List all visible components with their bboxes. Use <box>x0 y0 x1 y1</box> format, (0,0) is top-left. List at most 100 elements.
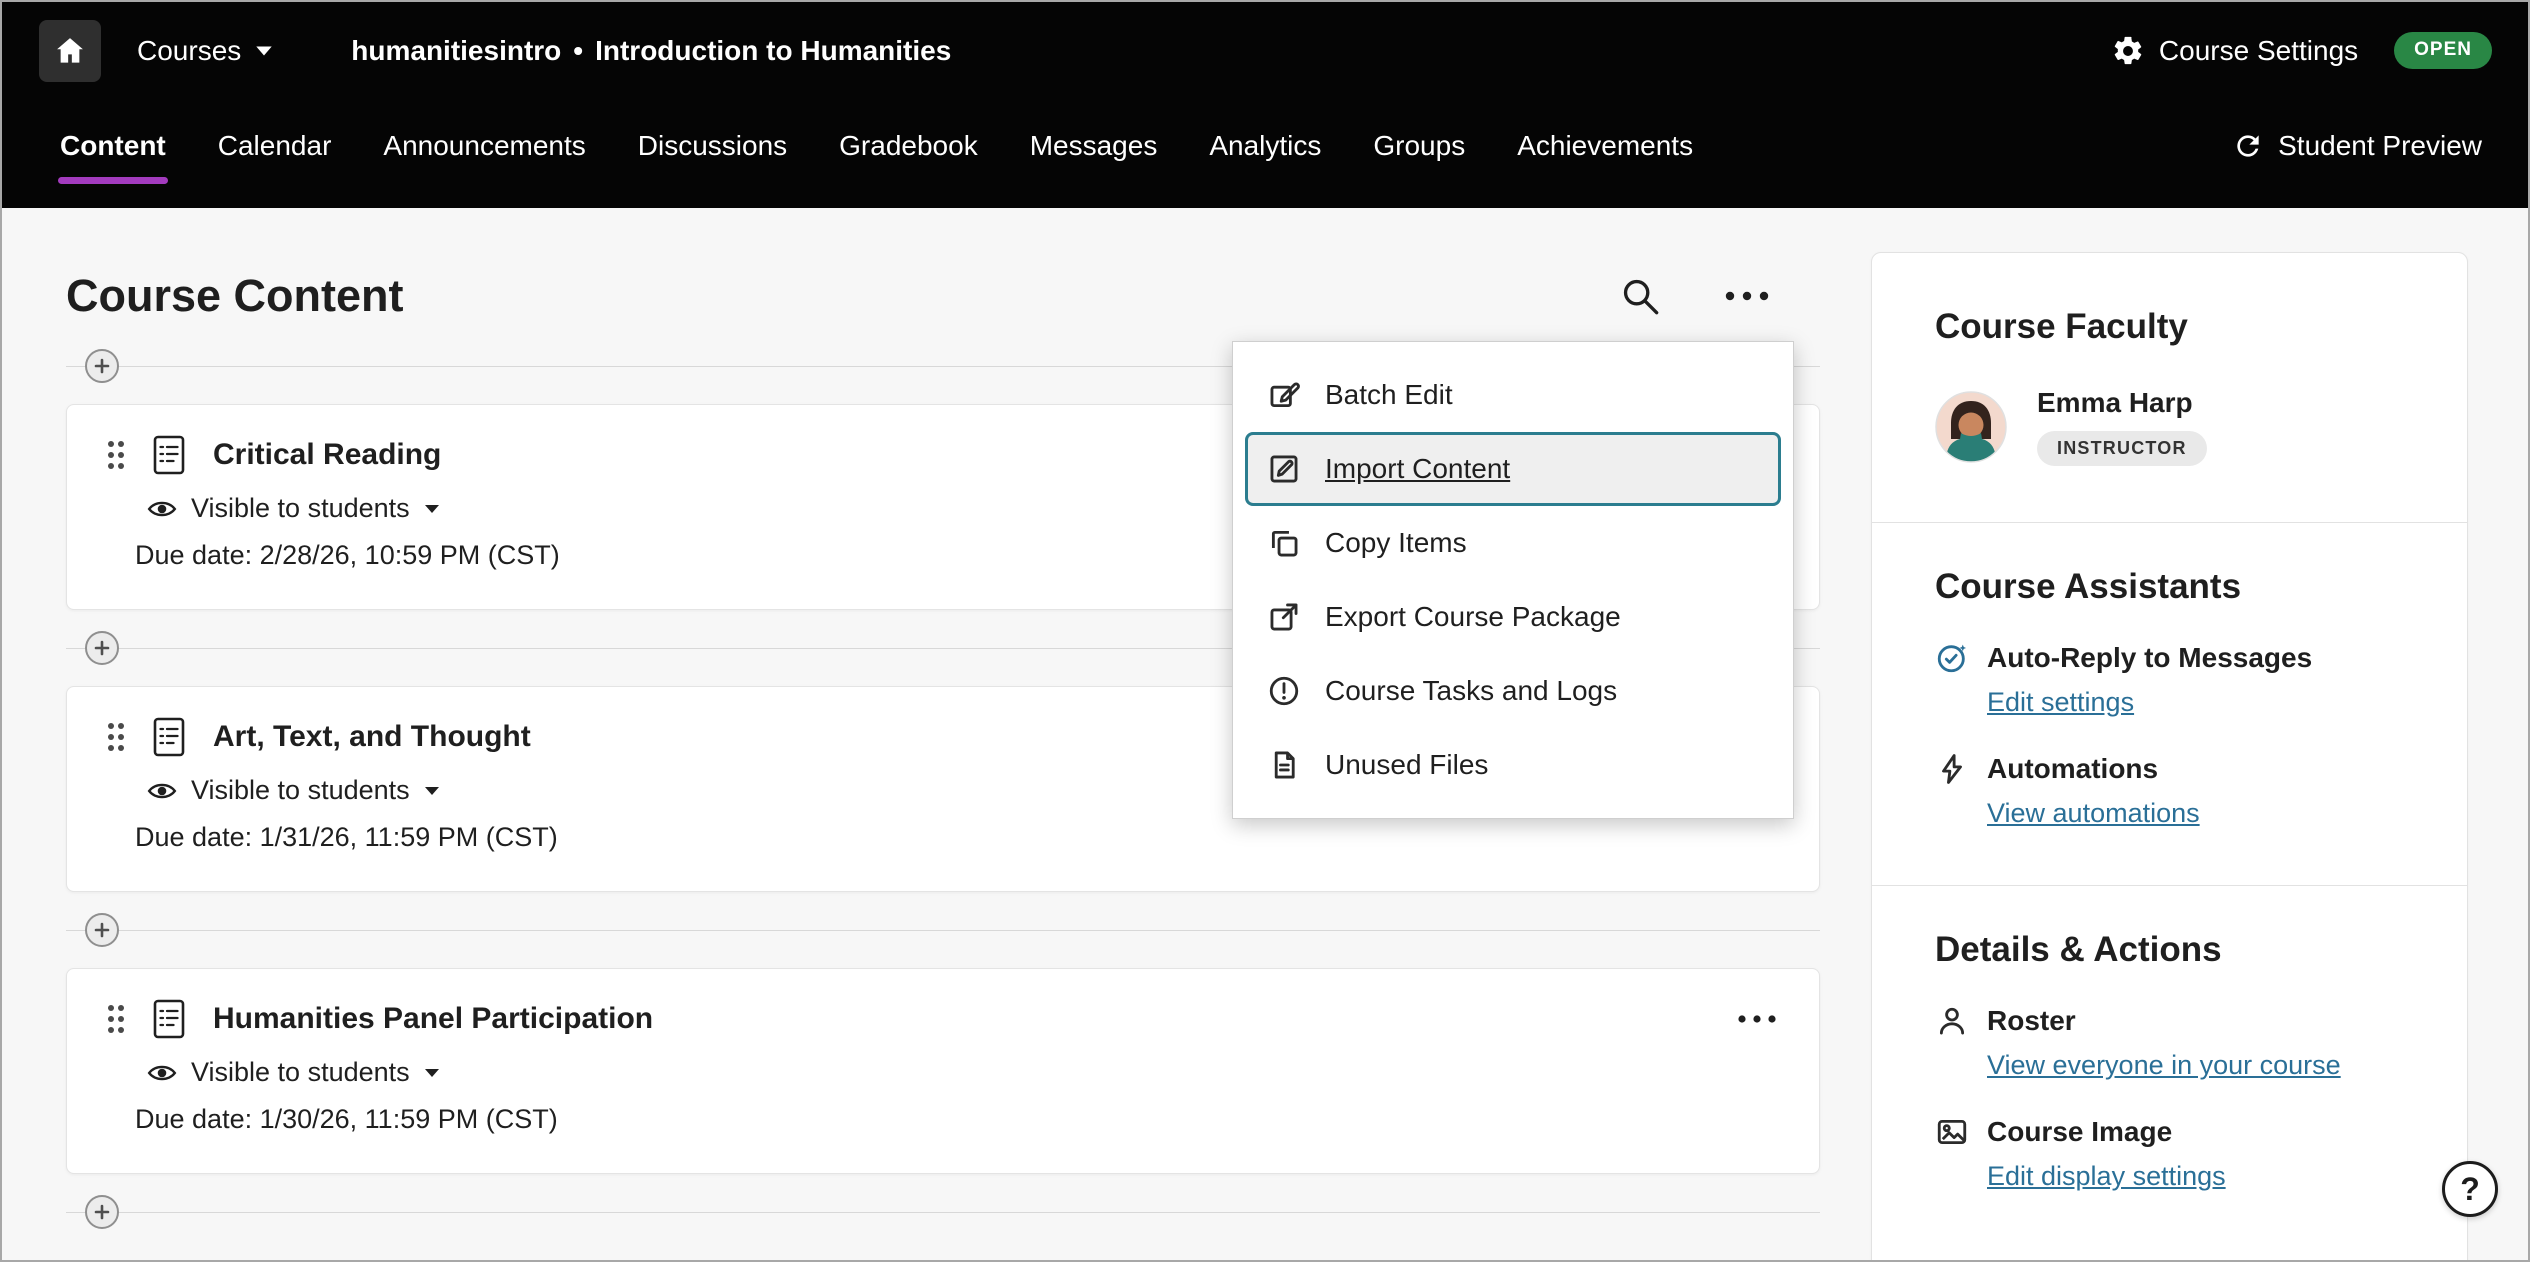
courses-menu-button[interactable]: Courses <box>131 34 279 68</box>
content-item-title[interactable]: Humanities Panel Participation <box>213 1002 653 1036</box>
main-area: Course Content <box>2 208 2528 1260</box>
menu-item-unused-files[interactable]: Unused Files <box>1245 728 1781 802</box>
add-content-divider <box>66 898 1820 962</box>
menu-item-label: Unused Files <box>1325 749 1488 781</box>
edit-display-settings-link[interactable]: Edit display settings <box>1987 1161 2226 1192</box>
content-overflow-button[interactable] <box>1720 286 1774 306</box>
details-title: Roster <box>1987 1005 2076 1037</box>
ellipsis-icon <box>1724 290 1770 302</box>
chevron-down-icon <box>255 45 273 57</box>
tab-messages[interactable]: Messages <box>1030 124 1158 168</box>
visibility-label: Visible to students <box>191 775 410 806</box>
content-header-actions <box>1616 272 1774 320</box>
menu-item-import-content[interactable]: Import Content <box>1245 432 1781 506</box>
student-preview-button[interactable]: Student Preview <box>2226 129 2488 163</box>
home-icon <box>53 34 87 68</box>
blackboard-course-page: Courses humanitiesintro • Introduction t… <box>0 0 2530 1262</box>
ellipsis-icon <box>1737 1014 1777 1024</box>
course-image-icon <box>1935 1115 1969 1149</box>
tab-calendar[interactable]: Calendar <box>218 124 332 168</box>
visibility-selector[interactable]: Visible to students <box>147 1057 440 1088</box>
divider-line <box>66 1212 1820 1213</box>
details-item-roster: Roster View everyone in your course <box>1935 1004 2404 1081</box>
course-assistants-heading: Course Assistants <box>1935 567 2404 607</box>
tab-discussions[interactable]: Discussions <box>638 124 787 168</box>
tab-announcements[interactable]: Announcements <box>383 124 585 168</box>
course-faculty-heading: Course Faculty <box>1935 307 2404 347</box>
gear-icon <box>2111 34 2145 68</box>
roster-icon <box>1935 1004 1969 1038</box>
breadcrumb-course-id: humanitiesintro <box>351 35 561 67</box>
avatar[interactable] <box>1935 391 2007 463</box>
details-actions-heading: Details & Actions <box>1935 930 2404 970</box>
tab-content[interactable]: Content <box>60 124 166 168</box>
course-nav: Content Calendar Announcements Discussio… <box>2 99 2528 208</box>
faculty-role-badge: INSTRUCTOR <box>2037 431 2207 466</box>
document-icon <box>147 715 191 759</box>
menu-item-copy-items[interactable]: Copy Items <box>1245 506 1781 580</box>
plus-icon <box>94 640 110 656</box>
tab-gradebook[interactable]: Gradebook <box>839 124 978 168</box>
menu-item-export-course-package[interactable]: Export Course Package <box>1245 580 1781 654</box>
search-button[interactable] <box>1616 272 1664 320</box>
menu-item-course-tasks-and-logs[interactable]: Course Tasks and Logs <box>1245 654 1781 728</box>
assistant-title: Auto-Reply to Messages <box>1987 642 2312 674</box>
visibility-selector[interactable]: Visible to students <box>147 493 440 524</box>
add-content-button[interactable] <box>85 1195 119 1229</box>
visibility-selector[interactable]: Visible to students <box>147 775 440 806</box>
copy-items-icon <box>1267 526 1301 560</box>
assistant-item-automations: Automations View automations <box>1935 752 2404 829</box>
automations-icon <box>1935 752 1969 786</box>
eye-icon <box>147 498 177 520</box>
drag-handle-icon[interactable] <box>105 720 127 754</box>
menu-item-batch-edit[interactable]: Batch Edit <box>1245 358 1781 432</box>
menu-item-label: Export Course Package <box>1325 601 1621 633</box>
breadcrumb: humanitiesintro • Introduction to Humani… <box>351 35 951 67</box>
content-options-menu: Batch Edit Import Content Copy Items Exp… <box>1232 341 1794 819</box>
drag-handle-icon[interactable] <box>105 438 127 472</box>
tab-groups[interactable]: Groups <box>1373 124 1465 168</box>
edit-settings-link[interactable]: Edit settings <box>1987 687 2134 718</box>
item-overflow-button[interactable] <box>1731 1008 1783 1030</box>
home-button[interactable] <box>39 20 101 82</box>
add-content-button[interactable] <box>85 913 119 947</box>
tab-analytics[interactable]: Analytics <box>1209 124 1321 168</box>
add-content-divider <box>66 1180 1820 1244</box>
topbar-right: Course Settings OPEN <box>2105 32 2528 69</box>
course-faculty-section: Course Faculty <box>1935 253 2404 466</box>
details-title: Course Image <box>1987 1116 2172 1148</box>
visibility-label: Visible to students <box>191 1057 410 1088</box>
top-bar: Courses humanitiesintro • Introduction t… <box>2 2 2528 99</box>
content-item-title[interactable]: Art, Text, and Thought <box>213 720 531 754</box>
batch-edit-icon <box>1267 378 1301 412</box>
course-assistants-section: Course Assistants Auto-Reply to Messages… <box>1935 523 2404 829</box>
search-icon <box>1620 276 1660 316</box>
view-everyone-link[interactable]: View everyone in your course <box>1987 1050 2341 1081</box>
details-item-course-image: Course Image Edit display settings <box>1935 1115 2404 1192</box>
drag-handle-icon[interactable] <box>105 1002 127 1036</box>
course-settings-label: Course Settings <box>2159 35 2358 67</box>
caret-down-icon <box>424 504 440 514</box>
caret-down-icon <box>424 786 440 796</box>
course-settings-button[interactable]: Course Settings <box>2105 33 2364 69</box>
content-item-title[interactable]: Critical Reading <box>213 438 441 472</box>
student-preview-label: Student Preview <box>2278 130 2482 162</box>
tab-achievements[interactable]: Achievements <box>1517 124 1693 168</box>
auto-reply-icon <box>1935 641 1969 675</box>
help-button[interactable]: ? <box>2442 1161 2498 1217</box>
plus-icon <box>94 358 110 374</box>
import-content-icon <box>1267 452 1301 486</box>
courses-label: Courses <box>137 35 241 67</box>
course-tabs: Content Calendar Announcements Discussio… <box>60 99 1693 192</box>
course-open-badge[interactable]: OPEN <box>2394 32 2492 69</box>
add-content-button[interactable] <box>85 349 119 383</box>
due-date: Due date: 1/31/26, 11:59 PM (CST) <box>135 822 1783 853</box>
view-automations-link[interactable]: View automations <box>1987 798 2200 829</box>
visibility-label: Visible to students <box>191 493 410 524</box>
due-date: Due date: 1/30/26, 11:59 PM (CST) <box>135 1104 1783 1135</box>
add-content-button[interactable] <box>85 631 119 665</box>
assistant-item-auto-reply: Auto-Reply to Messages Edit settings <box>1935 641 2404 718</box>
assistant-title: Automations <box>1987 753 2158 785</box>
faculty-identity: Emma Harp INSTRUCTOR <box>2037 387 2207 466</box>
help-icon: ? <box>2460 1171 2480 1208</box>
